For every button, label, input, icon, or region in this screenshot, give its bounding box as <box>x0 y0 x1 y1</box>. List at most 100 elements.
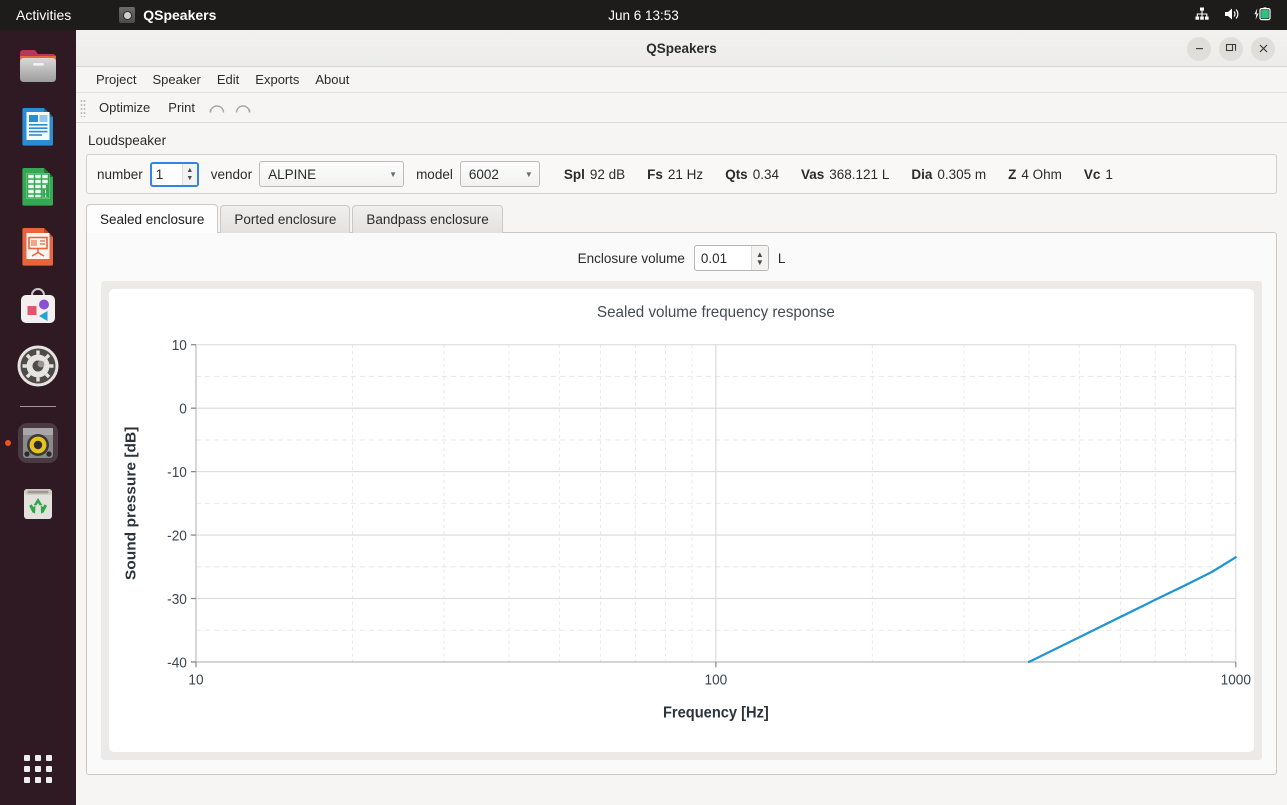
redo-icon <box>235 104 251 113</box>
number-input[interactable] <box>151 163 182 185</box>
activities-button[interactable]: Activities <box>16 7 71 23</box>
print-button[interactable]: Print <box>159 97 204 118</box>
param-vas: Vas 368.121 L <box>800 166 890 182</box>
chart-series-line <box>1027 556 1237 664</box>
dock-item-ubuntu-software[interactable] <box>14 282 62 330</box>
param-z: Z4 Ohm <box>1008 166 1062 182</box>
number-stepper[interactable]: ▲ ▼ <box>181 163 197 185</box>
tab-ported-enclosure[interactable]: Ported enclosure <box>220 205 351 233</box>
chart-svg: 100-10-20-30-4010 100 1000 Sealed volume f… <box>123 303 1251 721</box>
param-spl: Spl 92 dB <box>563 166 626 182</box>
chart-title: Sealed volume frequency response <box>597 303 835 320</box>
enclosure-volume-spinner[interactable]: ▲▼ <box>693 245 769 271</box>
enclosure-volume-unit: L <box>777 250 786 266</box>
chevron-down-icon: ▼ <box>389 169 398 179</box>
system-tray[interactable] <box>1194 0 1273 30</box>
maximize-button[interactable] <box>1219 36 1243 61</box>
y-tick-label: -30 <box>167 591 187 607</box>
qspeakers-app-icon <box>119 7 136 23</box>
ubuntu-software-icon <box>21 288 55 323</box>
main-content: Loudspeaker number ▲▼ vendor ALPINE ▼ mo… <box>76 123 1287 775</box>
chart-xlabel: Frequency [Hz] <box>663 704 769 721</box>
model-label: model <box>416 166 453 182</box>
frequency-response-chart: 10 0 -10 -20 -30 -40 10 100 1000 Sealed volume f… <box>109 289 1254 752</box>
network-icon[interactable] <box>1194 6 1210 25</box>
files-icon <box>20 50 56 82</box>
window-titlebar: QSpeakers <box>76 30 1287 67</box>
close-button[interactable] <box>1251 36 1275 61</box>
vendor-label: vendor <box>210 166 253 182</box>
dock-item-libreoffice-writer[interactable] <box>14 102 62 150</box>
dock-item-trash[interactable] <box>14 479 62 527</box>
libreoffice-impress-icon <box>22 228 53 266</box>
dock-separator <box>20 406 56 407</box>
dock-item-libreoffice-impress[interactable] <box>14 222 62 270</box>
param-qts: Qts 0.34 <box>725 166 779 182</box>
enclosure-volume-input[interactable] <box>694 246 751 270</box>
x-tick-label: 10 <box>188 671 203 687</box>
enclosure-volume-label: Enclosure volume <box>577 250 685 266</box>
param-vc: Vc 1 <box>1083 166 1113 182</box>
dock-item-files[interactable] <box>14 42 62 90</box>
optimize-button[interactable]: Optimize <box>90 97 159 118</box>
chart-tick-labels: 100-10-20-30-4010 100 1000 <box>167 337 1251 688</box>
battery-icon[interactable] <box>1253 6 1273 25</box>
y-tick-label: -20 <box>167 527 187 543</box>
volume-icon[interactable] <box>1223 6 1240 25</box>
sealed-enclosure-panel: Enclosure volume ▲▼ L 100-10-20-30-40101… <box>86 232 1277 775</box>
menu-exports[interactable]: Exports <box>247 69 307 90</box>
libreoffice-calc-icon <box>22 168 53 206</box>
menu-project[interactable]: Project <box>88 69 144 90</box>
number-label: number <box>97 166 143 182</box>
param-fs: Fs 21 Hz <box>647 166 704 182</box>
vendor-value: ALPINE <box>268 166 317 182</box>
qspeakers-icon <box>18 423 58 463</box>
x-tick-label: 100 <box>705 671 728 687</box>
tab-bandpass-enclosure[interactable]: Bandpass enclosure <box>352 205 503 233</box>
maximize-icon <box>1225 43 1237 51</box>
dock-item-settings[interactable] <box>14 342 62 390</box>
menu-edit[interactable]: Edit <box>209 69 247 90</box>
gnome-top-bar: Activities QSpeakers Jun 6 13:53 <box>0 0 1287 30</box>
qspeakers-window: QSpeakers Project Speaker Edit Exports A… <box>76 30 1287 775</box>
enclosure-tabs: Sealed enclosure Ported enclosure Bandpa… <box>86 204 1277 233</box>
menu-speaker[interactable]: Speaker <box>144 69 208 90</box>
minimize-icon <box>1195 48 1203 50</box>
app-menu-label: QSpeakers <box>143 7 217 23</box>
model-combobox[interactable]: 6002 ▼ <box>459 161 540 187</box>
plot-frame: 10 0 -10 -20 -30 -40 10 100 1000 Sealed volume f… <box>101 281 1262 760</box>
chevron-down-icon: ▼ <box>524 169 533 179</box>
app-menu-qspeakers[interactable]: QSpeakers <box>119 7 216 23</box>
window-title: QSpeakers <box>646 40 717 56</box>
model-value: 6002 <box>468 166 499 182</box>
settings-gear-icon <box>17 345 59 387</box>
param-dia: Dia 0.305 m <box>911 166 987 182</box>
close-icon <box>1259 44 1267 53</box>
trash-icon <box>24 489 52 519</box>
menubar: Project Speaker Edit Exports About <box>76 67 1287 93</box>
minimize-button[interactable] <box>1187 36 1211 61</box>
redo-button[interactable] <box>230 97 256 119</box>
chart-ylabel: Sound pressure [dB] <box>123 427 140 581</box>
dock-item-qspeakers[interactable] <box>14 419 62 467</box>
dock-item-libreoffice-calc[interactable] <box>14 162 62 210</box>
undo-button[interactable] <box>204 97 230 119</box>
vendor-combobox[interactable]: ALPINE ▼ <box>259 161 405 187</box>
number-spinner[interactable]: ▲▼ <box>149 161 199 187</box>
enclosure-volume-row: Enclosure volume ▲▼ L <box>101 243 1262 273</box>
show-applications-button[interactable] <box>24 755 52 783</box>
y-tick-label: 10 <box>172 337 187 353</box>
loudspeaker-parameter-bar: number ▲▼ vendor ALPINE ▼ model 6002 ▼ S… <box>86 154 1277 194</box>
menu-about[interactable]: About <box>307 69 357 90</box>
enclosure-volume-stepper[interactable]: ▲ ▼ <box>750 246 768 270</box>
tab-sealed-enclosure[interactable]: Sealed enclosure <box>86 204 219 233</box>
y-tick-label: 0 <box>179 400 187 416</box>
toolbar: Optimize Print <box>76 93 1287 123</box>
undo-icon <box>209 104 225 113</box>
y-tick-label: -40 <box>167 654 187 670</box>
x-tick-label: 1000 <box>1221 671 1252 687</box>
loudspeaker-section-label: Loudspeaker <box>88 133 167 148</box>
ubuntu-dock <box>0 30 76 805</box>
toolbar-grip[interactable] <box>80 98 86 117</box>
libreoffice-writer-icon <box>22 108 53 146</box>
